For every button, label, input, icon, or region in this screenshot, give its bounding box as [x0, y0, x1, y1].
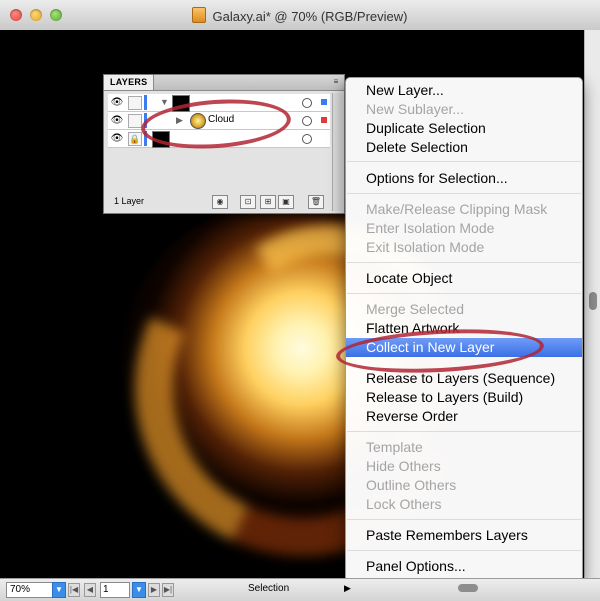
menu-item-reverse-order[interactable]: Reverse Order	[346, 407, 582, 426]
layers-panel: LAYERS ≡ 👁 ▼ 👁 ▶ Cloud 👁 🔒 1 Layer ◉ ⊡ ⊞	[103, 74, 345, 214]
eye-icon[interactable]: 👁	[110, 115, 124, 126]
make-clipping-mask-icon[interactable]: ⊡	[240, 195, 256, 209]
trash-icon[interactable]: 🗑	[308, 195, 324, 209]
menu-item-make-release-clipping-mask: Make/Release Clipping Mask	[366, 201, 548, 217]
previous-page-icon[interactable]: ◀	[84, 583, 96, 597]
lock-toggle[interactable]	[128, 114, 142, 128]
menu-separator	[347, 431, 581, 432]
menu-item-flatten-artwork[interactable]: Flatten Artwork	[346, 319, 582, 338]
selection-square[interactable]	[321, 117, 327, 123]
layer-name: Cloud	[208, 114, 235, 125]
layer-color-bar	[144, 113, 147, 128]
layers-panel-scrollbar[interactable]	[332, 93, 342, 211]
layers-panel-context-menu: New Layer... New Sublayer... Duplicate S…	[345, 77, 583, 582]
lock-icon[interactable]: 🔒	[128, 132, 142, 146]
disclosure-triangle-icon[interactable]: ▼	[160, 97, 169, 107]
menu-separator	[347, 161, 581, 162]
eye-icon[interactable]: 👁	[110, 97, 124, 108]
menu-item-exit-isolation-mode: Exit Isolation Mode	[366, 239, 485, 255]
tab-layers[interactable]: LAYERS	[104, 75, 155, 90]
page-number-field[interactable]: 1	[100, 582, 130, 598]
vertical-scroll-thumb[interactable]	[589, 292, 597, 310]
first-page-icon[interactable]: |◀	[68, 583, 80, 597]
menu-item-paste-remembers-layers[interactable]: Paste Remembers Layers	[346, 526, 582, 545]
menu-item-collect-in-new-layer[interactable]: Collect in New Layer	[346, 338, 582, 357]
layer-count: 1 Layer	[114, 196, 145, 206]
cloud-thumbnail-icon	[190, 113, 206, 129]
layer-color-bar	[144, 131, 147, 146]
status-menu-arrow-icon[interactable]: ▶	[344, 583, 351, 594]
window-title: Galaxy.ai* @ 70% (RGB/Preview)	[0, 7, 600, 24]
status-bar: 70% ▼ |◀ ◀ 1 ▼ ▶ ▶| Selection ▶	[0, 578, 600, 601]
layer-thumbnail	[152, 131, 170, 148]
selection-square[interactable]	[321, 99, 327, 105]
zoom-dropdown-button[interactable]: ▼	[52, 582, 66, 598]
window-titlebar: Galaxy.ai* @ 70% (RGB/Preview)	[0, 0, 600, 31]
menu-item-new-layer[interactable]: New Layer...	[346, 81, 582, 100]
menu-item-outline-others: Outline Others	[366, 477, 457, 493]
layer-thumbnail	[172, 95, 190, 112]
disclosure-triangle-icon[interactable]: ▶	[176, 115, 183, 126]
menu-item-release-to-layers-build[interactable]: Release to Layers (Build)	[346, 388, 582, 407]
eye-icon[interactable]: 👁	[110, 133, 124, 144]
menu-item-template: Template	[366, 439, 423, 455]
new-layer-icon[interactable]: ▣	[278, 195, 294, 209]
window-title-text: Galaxy.ai* @ 70% (RGB/Preview)	[212, 9, 408, 24]
menu-item-options-for-selection[interactable]: Options for Selection...	[346, 169, 582, 188]
layer-color-bar	[144, 95, 147, 110]
menu-item-hide-others: Hide Others	[366, 458, 441, 474]
page-dropdown-button[interactable]: ▼	[132, 582, 146, 598]
new-sublayer-icon[interactable]: ⊞	[260, 195, 276, 209]
layer-row[interactable]: 👁 🔒	[108, 130, 330, 148]
menu-item-lock-others: Lock Others	[366, 496, 442, 512]
vertical-scrollbar[interactable]	[584, 30, 600, 578]
layers-panel-footer: 1 Layer ◉ ⊡ ⊞ ▣ 🗑	[108, 194, 330, 210]
zoom-level-field[interactable]: 70%	[6, 582, 55, 598]
menu-item-release-to-layers-sequence[interactable]: Release to Layers (Sequence)	[346, 369, 582, 388]
layers-panel-tabbar: LAYERS ≡	[104, 75, 344, 91]
menu-item-delete-selection[interactable]: Delete Selection	[346, 138, 582, 157]
menu-separator	[347, 262, 581, 263]
menu-item-enter-isolation-mode: Enter Isolation Mode	[366, 220, 495, 236]
document-icon	[192, 7, 207, 23]
menu-separator	[347, 293, 581, 294]
menu-item-panel-options[interactable]: Panel Options...	[346, 557, 582, 576]
menu-item-duplicate-selection[interactable]: Duplicate Selection	[346, 119, 582, 138]
menu-item-new-sublayer: New Sublayer...	[366, 101, 465, 117]
menu-separator	[347, 519, 581, 520]
target-circle-icon[interactable]	[302, 98, 312, 108]
lock-toggle[interactable]	[128, 96, 142, 110]
panel-menu-icon[interactable]: ≡	[331, 77, 341, 87]
sublayer-row-cloud[interactable]: 👁 ▶ Cloud	[108, 112, 330, 130]
target-circle-icon[interactable]	[302, 134, 312, 144]
locate-object-icon[interactable]: ◉	[212, 195, 228, 209]
next-page-icon[interactable]: ▶	[148, 583, 160, 597]
menu-separator	[347, 550, 581, 551]
menu-item-merge-selected: Merge Selected	[366, 301, 465, 317]
layer-row[interactable]: 👁 ▼	[108, 94, 330, 112]
target-circle-icon[interactable]	[302, 116, 312, 126]
last-page-icon[interactable]: ▶|	[162, 583, 174, 597]
status-current-tool[interactable]: Selection	[248, 583, 289, 594]
horizontal-scroll-thumb[interactable]	[458, 584, 478, 592]
menu-separator	[347, 193, 581, 194]
menu-item-locate-object[interactable]: Locate Object	[346, 269, 582, 288]
